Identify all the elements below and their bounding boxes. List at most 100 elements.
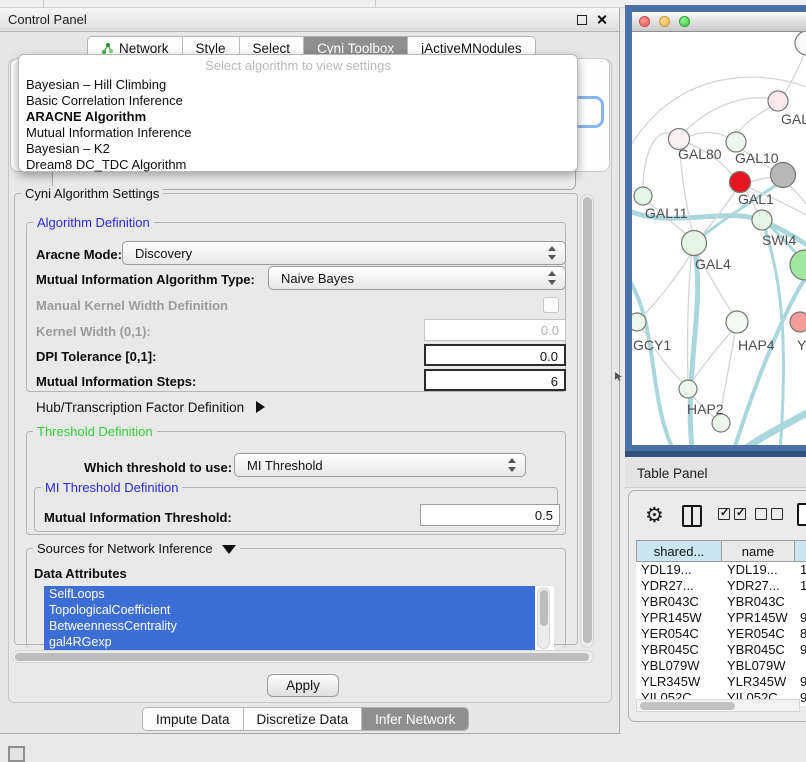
which-threshold-value: MI Threshold	[247, 458, 323, 473]
mi-threshold-label: Mutual Information Threshold:	[44, 510, 232, 525]
table-cell: YLR345W	[636, 674, 722, 690]
collapsed-arrow-icon	[256, 401, 265, 413]
kernel-width-field[interactable]: 0.0	[424, 319, 566, 341]
dpi-tolerance-label: DPI Tolerance [0,1]:	[36, 349, 156, 364]
algorithm-dropdown-popup: Select algorithm to view settings Bayesi…	[18, 54, 578, 172]
network-node-unnamed-top[interactable]	[795, 32, 806, 55]
select-all-columns-icon[interactable]: ✓✓	[718, 508, 750, 523]
dropdown-item-aracne-algorithm[interactable]: ARACNE Algorithm	[19, 109, 577, 125]
new-table-icon-partial[interactable]	[797, 503, 806, 526]
network-edge	[632, 272, 674, 445]
tab-label: Impute Data	[156, 712, 230, 727]
mi-type-combobox[interactable]: Naive Bayes	[268, 266, 566, 290]
network-node-GAL10[interactable]	[726, 132, 746, 152]
settings-vscrollbar-thumb[interactable]	[583, 197, 592, 643]
network-edge	[640, 249, 694, 319]
table-row[interactable]: YDR27...YDR27...12	[636, 578, 806, 594]
settings-vscrollbar[interactable]	[580, 194, 594, 648]
table-row[interactable]: YER054CYER054C8.	[636, 626, 806, 642]
network-node-label-GAL-partial: GAL	[781, 111, 806, 127]
manual-kernel-checkbox[interactable]	[543, 297, 559, 313]
dropdown-item-dream8-dc-tdc-algorithm[interactable]: Dream8 DC_TDC Algorithm	[19, 157, 577, 173]
mi-type-label: Mutual Information Algorithm Type:	[36, 272, 255, 287]
table-cell: 9.	[795, 610, 806, 626]
close-traffic-light[interactable]	[639, 16, 650, 27]
network-node-GAL4[interactable]	[682, 231, 707, 256]
control-panel-title: Control Panel	[8, 12, 87, 27]
attributes-scrollbar[interactable]	[537, 587, 550, 649]
table-cell: YBL079W	[636, 658, 722, 674]
aracne-mode-label: Aracne Mode:	[36, 247, 122, 262]
settings-hscrollbar-thumb[interactable]	[15, 653, 589, 661]
minimize-traffic-light[interactable]	[659, 16, 670, 27]
network-node-GAL11[interactable]	[634, 187, 652, 205]
table-cell: YDR27...	[636, 578, 722, 594]
network-node-unnamed-gray[interactable]	[771, 163, 796, 188]
minimized-panel-icon[interactable]	[8, 746, 25, 762]
table-cell: 9.	[795, 642, 806, 658]
tab-infer-network[interactable]: Infer Network	[362, 708, 468, 730]
hub-definition-toggle[interactable]: Hub/Transcription Factor Definition	[36, 400, 265, 415]
table-row[interactable]: YBL079WYBL079W	[636, 658, 806, 674]
network-node-HAP2[interactable]	[679, 380, 697, 398]
column-header-shared-[interactable]: shared...	[636, 540, 722, 562]
network-node-GAL1[interactable]	[730, 172, 751, 193]
deselect-all-columns-icon[interactable]	[755, 508, 787, 523]
network-node-Y-partial[interactable]	[790, 312, 806, 332]
dropdown-item-bayesian-hill-climbing[interactable]: Bayesian – Hill Climbing	[19, 77, 577, 93]
gear-icon[interactable]: ⚙	[645, 503, 664, 528]
apply-button[interactable]: Apply	[267, 674, 339, 697]
table-row[interactable]: YBR043CYBR043C	[636, 594, 806, 610]
table-panel-title: Table Panel	[637, 466, 708, 481]
column-header-a[interactable]: A	[795, 540, 806, 562]
attributes-scrollbar-thumb[interactable]	[540, 590, 548, 626]
table-cell	[795, 594, 806, 610]
network-canvas[interactable]: GALGAL80GAL10GAL1SWI4GAL11GAL4GCY1HAP4YH…	[632, 32, 806, 445]
table-cell: YPR145W	[722, 610, 795, 626]
network-node-HAP4[interactable]	[726, 311, 748, 333]
which-threshold-combobox[interactable]: MI Threshold	[234, 453, 526, 477]
data-attributes-label: Data Attributes	[34, 566, 127, 581]
tab-discretize-data[interactable]: Discretize Data	[244, 708, 363, 730]
network-node-SWI4[interactable]	[752, 210, 772, 230]
table-row[interactable]: YLR345WYLR345W9.	[636, 674, 806, 690]
aracne-mode-value: Discovery	[135, 246, 192, 261]
dropdown-item-basic-correlation-inference[interactable]: Basic Correlation Inference	[19, 93, 577, 109]
attribute-item-gal4rgexp[interactable]: gal4RGexp	[44, 634, 535, 650]
table-cell: YDL19...	[636, 562, 722, 578]
network-node-GAL-partial[interactable]	[768, 91, 788, 111]
zoom-traffic-light[interactable]	[679, 16, 690, 27]
table-row[interactable]: YBR045CYBR045C9.	[636, 642, 806, 658]
table-hscrollbar[interactable]	[636, 699, 800, 712]
dpi-tolerance-field[interactable]: 0.0	[424, 344, 566, 366]
table-cell: 9.	[795, 674, 806, 690]
aracne-mode-combobox[interactable]: Discovery	[122, 241, 566, 265]
mi-steps-field[interactable]: 6	[424, 369, 566, 391]
column-header-name[interactable]: name	[722, 540, 795, 562]
frame-shade	[625, 451, 806, 457]
attribute-item-topologicalcoefficient[interactable]: TopologicalCoefficient	[44, 602, 535, 618]
network-node-GCY1[interactable]	[632, 313, 646, 331]
tab-impute-data[interactable]: Impute Data	[143, 708, 244, 730]
hub-definition-label: Hub/Transcription Factor Definition	[36, 400, 244, 415]
mi-threshold-field[interactable]: 0.5	[420, 504, 560, 526]
network-node-unnamed-biggreen[interactable]	[790, 250, 806, 280]
table-cell: YDR27...	[722, 578, 795, 594]
float-window-icon[interactable]	[577, 15, 587, 25]
table-cell: YBR045C	[636, 642, 722, 658]
network-window-titlebar[interactable]	[632, 12, 806, 32]
settings-hscrollbar[interactable]	[12, 650, 594, 663]
attribute-item-betweennesscentrality[interactable]: BetweennessCentrality	[44, 618, 535, 634]
attribute-item-selfloops[interactable]: SelfLoops	[44, 586, 535, 602]
close-icon[interactable]	[596, 14, 607, 25]
network-edge	[679, 98, 778, 137]
table-row[interactable]: YDL19...YDL19...13	[636, 562, 806, 578]
dropdown-item-bayesian-k2[interactable]: Bayesian – K2	[19, 141, 577, 157]
table-hscrollbar-thumb[interactable]	[640, 702, 735, 710]
dropdown-item-mutual-information-inference[interactable]: Mutual Information Inference	[19, 125, 577, 141]
table-row[interactable]: YPR145WYPR145W9.	[636, 610, 806, 626]
table-cell: YBR043C	[722, 594, 795, 610]
dropdown-prompt: Select algorithm to view settings	[19, 55, 577, 77]
split-columns-icon[interactable]	[682, 505, 702, 527]
network-node-label-Y-partial: Y	[797, 337, 806, 353]
